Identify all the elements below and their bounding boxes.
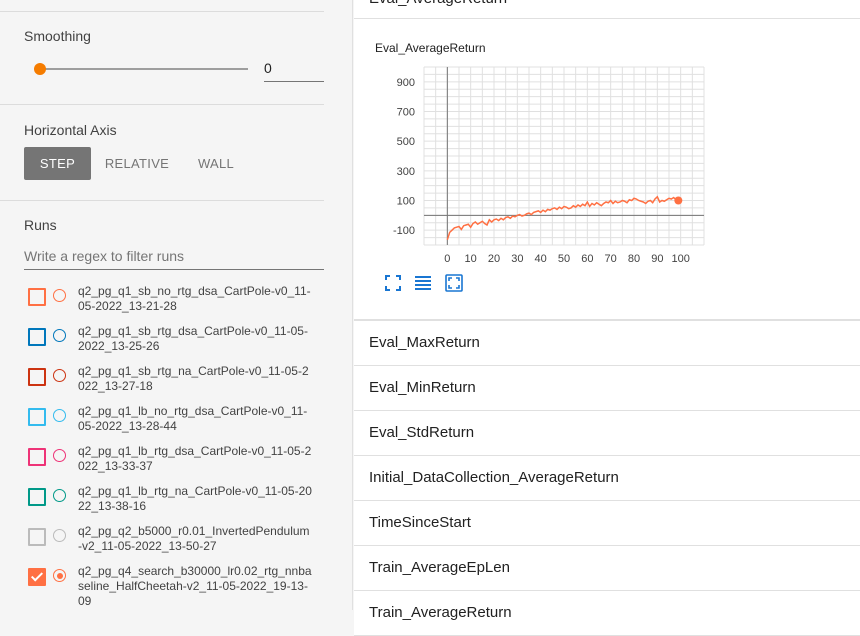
- run-checkbox[interactable]: [28, 328, 46, 346]
- scalar-card-header[interactable]: Train_AverageEpLen: [354, 545, 860, 591]
- chart-title: Eval_AverageReturn: [375, 41, 486, 55]
- run-item[interactable]: q2_pg_q1_sb_rtg_na_CartPole-v0_11-05-2 02…: [28, 364, 328, 404]
- run-label: q2_pg_q1_sb_rtg_na_CartPole-v0_11-05-2 02…: [78, 364, 326, 394]
- y-tick-label: 100: [397, 196, 415, 208]
- run-item[interactable]: q2_pg_q1_sb_no_rtg_dsa_CartPole-v0_11- 05…: [28, 284, 328, 324]
- smoothing-value-input[interactable]: 0: [264, 58, 324, 82]
- toggle-log-scale-icon[interactable]: [414, 274, 432, 292]
- chart-plot[interactable]: -100 100 300 500 700 900 0 10 20 30 40 50 60 70 80 90 10…: [354, 59, 714, 279]
- chart-card: Eval_AverageReturn -100 100 300 500 700 900 0 1…: [354, 18, 860, 320]
- run-radio[interactable]: [53, 409, 66, 422]
- axis-step-button[interactable]: STEP: [24, 147, 91, 180]
- run-checkbox[interactable]: [28, 368, 46, 386]
- x-tick-label: 50: [558, 253, 570, 265]
- run-label: q2_pg_q4_search_b30000_lr0.02_rtg_nnba se…: [78, 564, 326, 609]
- y-tick-label: 700: [397, 107, 415, 119]
- run-label: q2_pg_q1_lb_rtg_na_CartPole-v0_11-05-20 2…: [78, 484, 326, 514]
- horizontal-axis-title: Horizontal Axis: [24, 122, 117, 138]
- x-tick-label: 0: [444, 253, 450, 265]
- run-label-line: 05-2022_13-21-28: [78, 299, 177, 313]
- run-label-line: 22_13-38-16: [78, 499, 147, 513]
- x-tick-label: 60: [581, 253, 593, 265]
- run-checkbox[interactable]: [28, 408, 46, 426]
- run-radio[interactable]: [53, 489, 66, 502]
- x-tick-label: 90: [651, 253, 663, 265]
- run-label-line: 022_13-33-37: [78, 459, 153, 473]
- run-label: q2_pg_q2_b5000_r0.01_InvertedPendulum -v2…: [78, 524, 326, 554]
- scalar-card-header[interactable]: Train_AverageReturn: [354, 590, 860, 636]
- run-label: q2_pg_q1_lb_no_rtg_dsa_CartPole-v0_11- 05…: [78, 404, 326, 434]
- divider: [0, 200, 324, 201]
- x-tick-label: 100: [671, 253, 689, 265]
- run-radio[interactable]: [53, 569, 66, 582]
- smoothing-title: Smoothing: [24, 28, 91, 44]
- smoothing-slider-thumb[interactable]: [34, 63, 46, 75]
- axis-relative-button[interactable]: RELATIVE: [100, 147, 174, 180]
- run-item[interactable]: q2_pg_q2_b5000_r0.01_InvertedPendulum -v2…: [28, 524, 328, 564]
- scalar-card-header[interactable]: TimeSinceStart: [354, 500, 860, 546]
- run-label-line: 05-2022_13-28-44: [78, 419, 177, 433]
- run-label-line: q2_pg_q1_sb_rtg_dsa_CartPole-v0_11-05-: [78, 324, 308, 338]
- scalar-card-header[interactable]: Eval_MaxReturn: [354, 320, 860, 366]
- run-checkbox[interactable]: [28, 568, 46, 586]
- smoothing-slider-track[interactable]: [40, 68, 248, 70]
- run-label-line: q2_pg_q1_lb_rtg_dsa_CartPole-v0_11-05-2: [78, 444, 312, 458]
- x-tick-label: 10: [465, 253, 477, 265]
- run-label-line: q2_pg_q1_sb_no_rtg_dsa_CartPole-v0_11-: [78, 284, 311, 298]
- y-tick-label: 500: [397, 136, 415, 148]
- divider: [0, 11, 324, 12]
- divider: [0, 104, 324, 105]
- x-tick-label: 80: [628, 253, 640, 265]
- run-label-line: q2_pg_q1_lb_no_rtg_dsa_CartPole-v0_11-: [78, 404, 308, 418]
- scalar-card-header[interactable]: Eval_MinReturn: [354, 365, 860, 411]
- run-label-line: q2_pg_q1_lb_rtg_na_CartPole-v0_11-05-20: [78, 484, 312, 498]
- run-checkbox[interactable]: [28, 288, 46, 306]
- run-label-line: -v2_11-05-2022_13-50-27: [78, 539, 217, 553]
- series-last-point: [674, 196, 683, 205]
- x-tick-label: 70: [605, 253, 617, 265]
- run-label-line: q2_pg_q1_sb_rtg_na_CartPole-v0_11-05-2: [78, 364, 309, 378]
- x-tick-label: 30: [511, 253, 523, 265]
- sidebar: Smoothing 0 Horizontal Axis STEP RELATIV…: [0, 0, 353, 610]
- main-panel: Eval_AverageReturn Eval_AverageReturn -1…: [354, 0, 860, 636]
- scalar-card-header[interactable]: Eval_StdReturn: [354, 410, 860, 456]
- run-checkbox[interactable]: [28, 448, 46, 466]
- run-filter-input[interactable]: Write a regex to filter runs: [24, 248, 324, 270]
- fit-domain-icon[interactable]: [445, 274, 463, 292]
- axis-wall-button[interactable]: WALL: [190, 147, 242, 180]
- run-item[interactable]: q2_pg_q1_lb_rtg_na_CartPole-v0_11-05-20 2…: [28, 484, 328, 524]
- run-item[interactable]: q2_pg_q1_sb_rtg_dsa_CartPole-v0_11-05- 20…: [28, 324, 328, 364]
- run-item[interactable]: q2_pg_q1_lb_rtg_dsa_CartPole-v0_11-05-2 0…: [28, 444, 328, 484]
- run-radio[interactable]: [53, 369, 66, 382]
- y-tick-label: 900: [397, 77, 415, 89]
- run-item[interactable]: q2_pg_q4_search_b30000_lr0.02_rtg_nnba se…: [28, 564, 328, 608]
- x-tick-label: 40: [535, 253, 547, 265]
- run-label: q2_pg_q1_sb_rtg_dsa_CartPole-v0_11-05- 20…: [78, 324, 326, 354]
- run-label-line: 09: [78, 594, 92, 608]
- scalar-card-header[interactable]: Initial_DataCollection_AverageReturn: [354, 455, 860, 501]
- run-label-line: 022_13-27-18: [78, 379, 153, 393]
- run-radio[interactable]: [53, 529, 66, 542]
- run-label-line: seline_HalfCheetah-v2_11-05-2022_19-13-: [78, 579, 308, 593]
- run-label-line: 2022_13-25-26: [78, 339, 160, 353]
- y-tick-label: -100: [393, 225, 415, 237]
- run-item[interactable]: q2_pg_q1_lb_no_rtg_dsa_CartPole-v0_11- 05…: [28, 404, 328, 444]
- run-label-line: q2_pg_q4_search_b30000_lr0.02_rtg_nnba: [78, 564, 312, 578]
- runs-title: Runs: [24, 217, 57, 233]
- run-label-line: q2_pg_q2_b5000_r0.01_InvertedPendulum: [78, 524, 310, 538]
- run-checkbox[interactable]: [28, 488, 46, 506]
- run-radio[interactable]: [53, 449, 66, 462]
- fullscreen-icon[interactable]: [384, 274, 402, 292]
- y-tick-label: 300: [397, 166, 415, 178]
- run-radio[interactable]: [53, 329, 66, 342]
- x-tick-label: 20: [488, 253, 500, 265]
- run-checkbox[interactable]: [28, 528, 46, 546]
- run-label: q2_pg_q1_sb_no_rtg_dsa_CartPole-v0_11- 05…: [78, 284, 326, 314]
- run-label: q2_pg_q1_lb_rtg_dsa_CartPole-v0_11-05-2 0…: [78, 444, 326, 474]
- run-radio[interactable]: [53, 289, 66, 302]
